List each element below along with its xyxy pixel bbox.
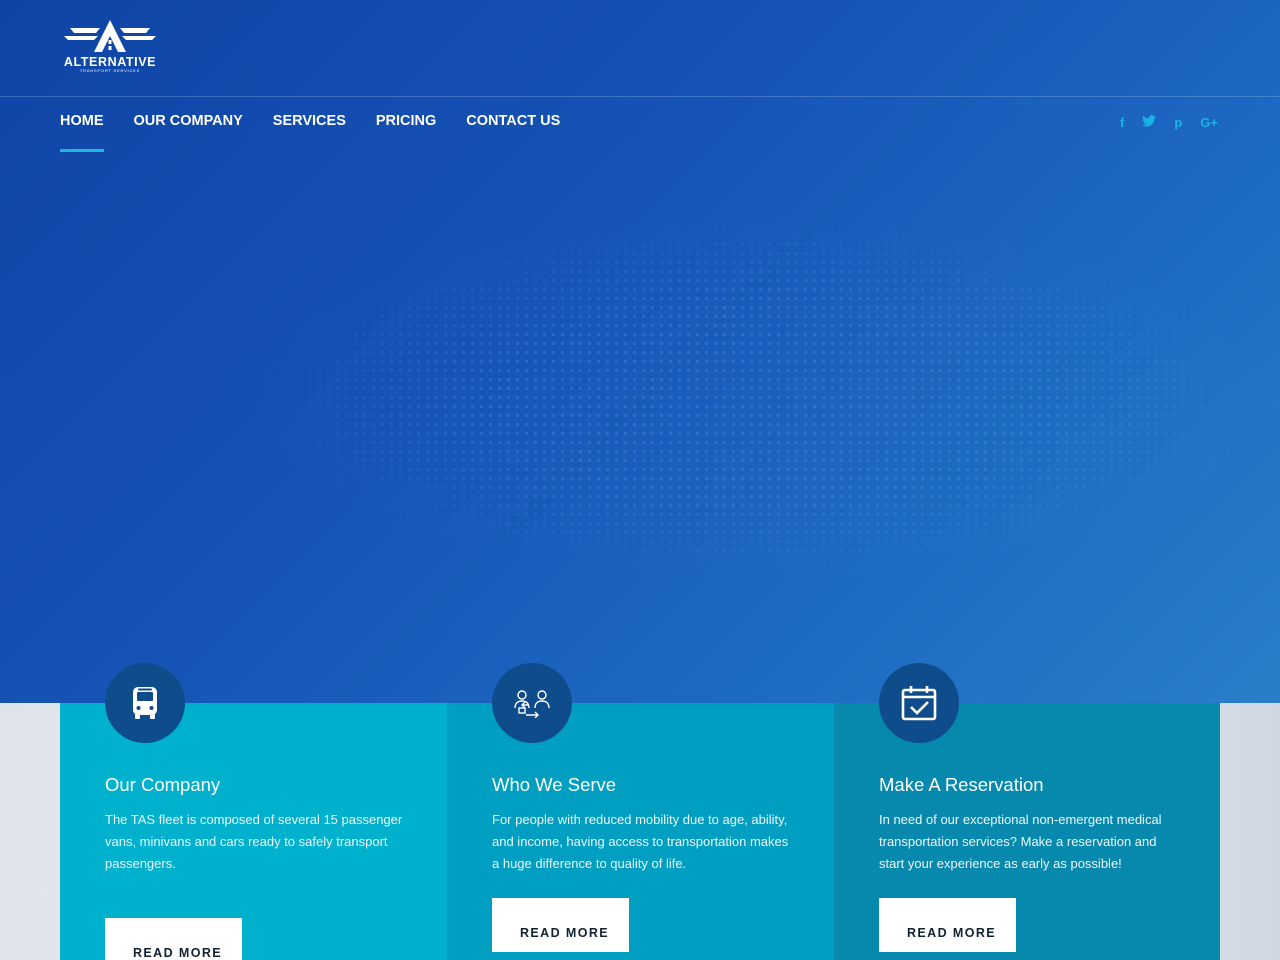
- card-title: Who We Serve: [492, 774, 617, 795]
- card-who-we-serve: Who We Serve For people with reduced mob…: [447, 663, 834, 960]
- main-navigation: HOME OUR COMPANY SERVICES PRICING CONTAC…: [60, 113, 560, 152]
- logo-wordmark: ALTERNATIVE: [63, 55, 157, 69]
- nav-our-company[interactable]: OUR COMPANY: [134, 113, 243, 152]
- facebook-icon[interactable]: f: [1120, 115, 1124, 130]
- card-text: For people with reduced mobility due to …: [492, 812, 789, 871]
- card-text: The TAS fleet is composed of several 15 …: [105, 812, 403, 871]
- social-links: f p G+: [1120, 115, 1218, 130]
- nav-services[interactable]: SERVICES: [273, 113, 346, 152]
- pinterest-icon[interactable]: p: [1174, 115, 1182, 130]
- logo-tagline: TRANSPORT SERVICES: [79, 68, 141, 73]
- nav-home[interactable]: HOME: [60, 113, 104, 152]
- google-plus-icon[interactable]: G+: [1200, 115, 1218, 130]
- nav-pricing[interactable]: PRICING: [376, 113, 436, 152]
- feature-cards: Our Company The TAS fleet is composed of…: [60, 663, 1220, 960]
- read-more-button[interactable]: READ MORE: [492, 898, 629, 952]
- people-transfer-icon: [492, 663, 572, 743]
- read-more-button[interactable]: READ MORE: [879, 898, 1016, 952]
- nav-contact-us[interactable]: CONTACT US: [466, 113, 560, 152]
- card-title: Make A Reservation: [879, 774, 1044, 795]
- hero-banner: [0, 0, 1280, 703]
- card-our-company: Our Company The TAS fleet is composed of…: [60, 663, 447, 960]
- card-make-reservation: Make A Reservation In need of our except…: [834, 663, 1220, 960]
- twitter-icon[interactable]: [1142, 115, 1157, 130]
- card-title: Our Company: [105, 774, 221, 795]
- calendar-check-icon: [879, 663, 959, 743]
- bus-icon: [105, 663, 185, 743]
- card-text: In need of our exceptional non-emergent …: [879, 812, 1162, 871]
- read-more-button[interactable]: READ MORE: [105, 918, 242, 960]
- world-map-dots: [0, 150, 1280, 703]
- header-divider: [0, 96, 1280, 97]
